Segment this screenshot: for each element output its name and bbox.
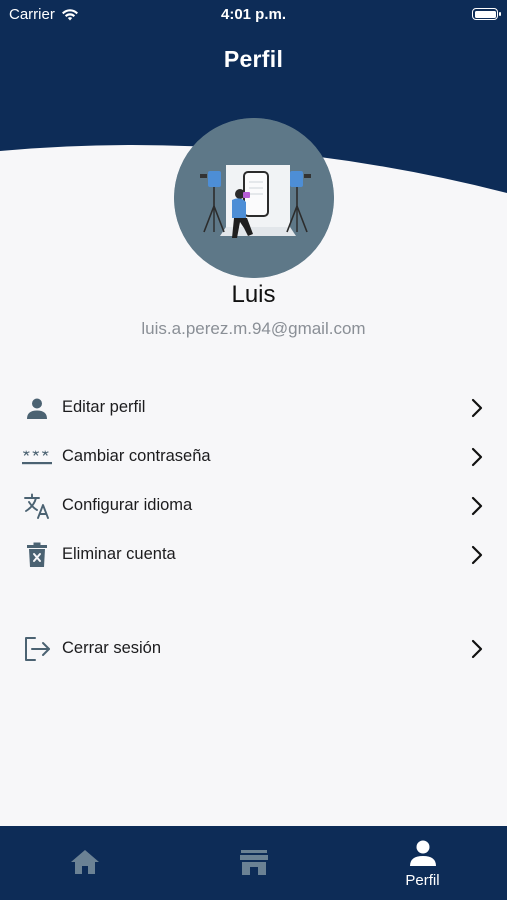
menu-item-logout[interactable]: Cerrar sesión: [0, 624, 507, 673]
trash-icon: [22, 542, 52, 568]
password-icon: [22, 444, 52, 470]
page-title: Perfil: [223, 46, 284, 72]
menu-item-label: Cambiar contraseña: [62, 447, 211, 465]
tab-profile[interactable]: Perfil: [338, 826, 507, 900]
menu-item-change-password[interactable]: Cambiar contraseña: [0, 432, 507, 481]
tab-label: Perfil: [405, 872, 440, 889]
menu-item-label: Configurar idioma: [62, 496, 193, 514]
logout-icon: [22, 636, 52, 662]
chevron-right-icon: [471, 398, 483, 418]
person-icon: [22, 395, 52, 421]
chevron-right-icon: [471, 496, 483, 516]
user-email: luis.a.perez.m.94@gmail.com: [141, 319, 366, 338]
home-icon: [70, 850, 99, 874]
chevron-right-icon: [471, 545, 483, 565]
menu-item-edit-profile[interactable]: Editar perfil: [0, 383, 507, 432]
chevron-right-icon: [471, 447, 483, 467]
tab-bar: Perfil: [0, 826, 507, 900]
menu-item-delete-account[interactable]: Eliminar cuenta: [0, 530, 507, 579]
tab-store[interactable]: [169, 826, 338, 900]
avatar[interactable]: [174, 118, 334, 278]
menu-item-label: Cerrar sesión: [62, 639, 162, 657]
status-bar: Carrier 4:01 p.m.: [0, 0, 507, 30]
menu-item-label: Editar perfil: [62, 398, 146, 416]
menu-item-label: Eliminar cuenta: [62, 545, 176, 563]
translate-icon: [22, 493, 52, 519]
person-icon: [409, 840, 436, 866]
status-time: 4:01 p.m.: [220, 6, 287, 23]
menu-item-language[interactable]: Configurar idioma: [0, 481, 507, 530]
store-icon: [239, 850, 268, 875]
chevron-right-icon: [471, 639, 483, 659]
photographer-illustration: [174, 118, 334, 278]
battery-icon: [472, 8, 501, 20]
tab-home[interactable]: [0, 826, 169, 900]
user-name: Luis: [231, 281, 276, 308]
